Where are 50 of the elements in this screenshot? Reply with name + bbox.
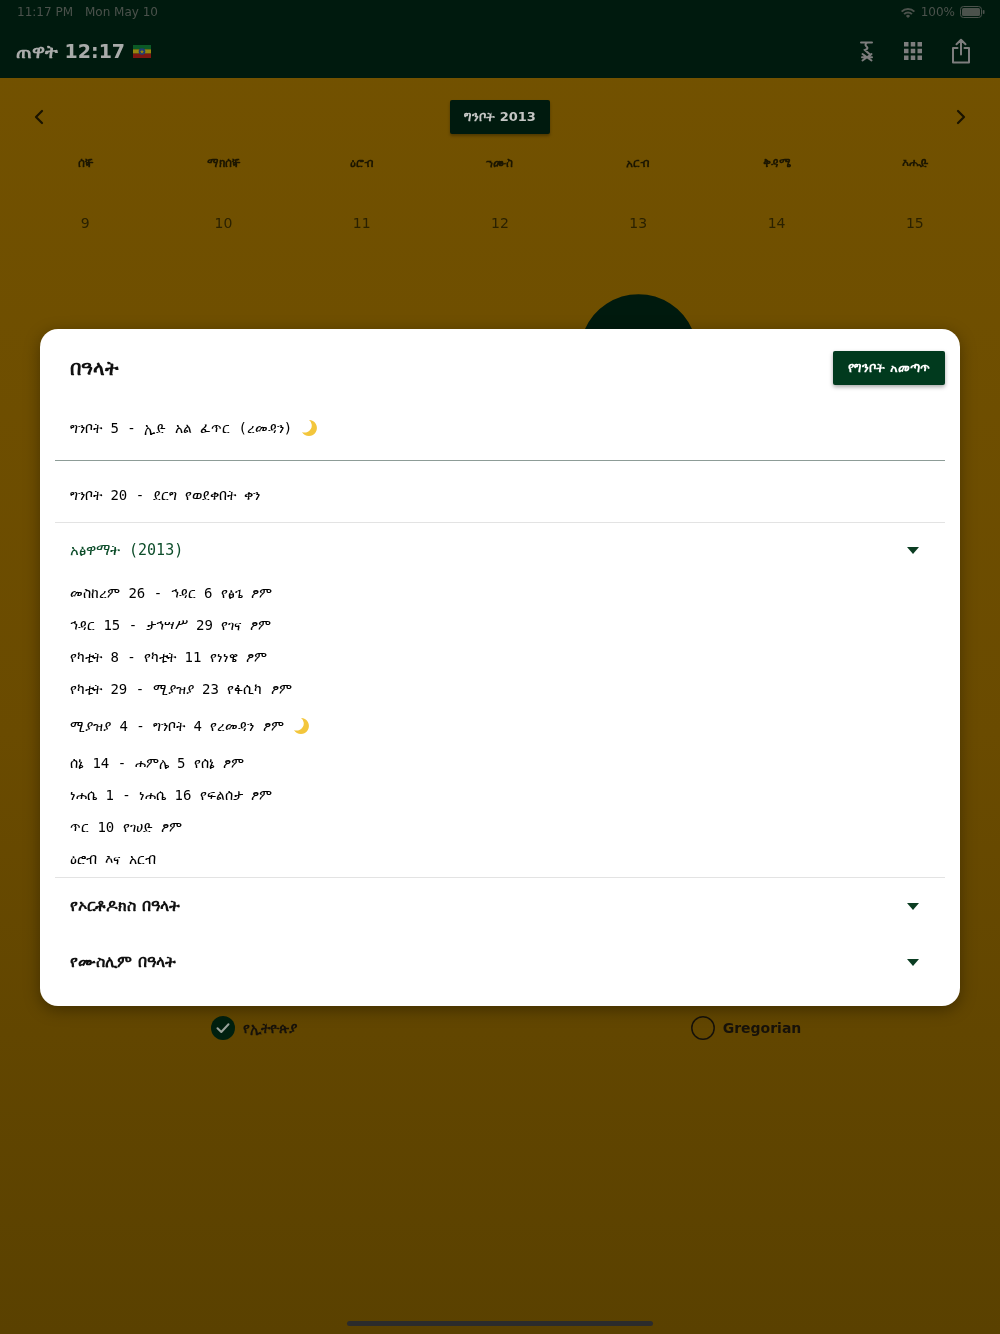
calendar-radio-option[interactable]: Gregorian: [690, 1016, 802, 1040]
weekday-label: ኀሙስ: [486, 155, 514, 172]
day-number[interactable]: 12: [491, 212, 509, 234]
app-title: ጠዋት 12:17: [16, 39, 126, 63]
wifi-icon: [899, 6, 916, 18]
weekday-label: ዕሮብ: [349, 155, 374, 172]
fast-text: የካቲት 29 - ሚያዝያ 23 የፋሲካ ፆም: [70, 680, 292, 699]
day-number[interactable]: 13: [629, 212, 648, 234]
radio-unchecked-icon[interactable]: [690, 1016, 715, 1040]
caret-icon[interactable]: [907, 958, 919, 966]
dialog-title: በዓላት: [70, 356, 119, 380]
month-button[interactable]: ግንቦት 2013: [450, 100, 550, 134]
fast-text: ዕሮብ እና አርብ: [70, 850, 156, 869]
section-title[interactable]: የኦርቶዶክስ በዓላት: [70, 896, 180, 916]
status-time: 11:17 PM: [17, 5, 73, 19]
radio-checked-icon[interactable]: [211, 1016, 235, 1040]
calendar-radio-option[interactable]: የኢትዮጵያ: [211, 1016, 297, 1040]
holiday-text: ግንቦት 20 - ደርግ የወደቀበት ቀን: [70, 486, 261, 505]
section-title[interactable]: የሙስሊም በዓላት: [70, 952, 176, 972]
weekday-label: ማክሰኞ: [206, 155, 240, 172]
weekday-label: እሑድ: [901, 155, 928, 172]
section-title[interactable]: አፅዋማት (2013): [70, 540, 184, 560]
fast-text: ሚያዝያ 4 - ግንቦት 4 የረመዳን ፆም: [70, 717, 284, 736]
fast-text: ነሐሴ 1 - ነሐሴ 16 የፍልሰታ ፆም: [70, 786, 273, 805]
fast-text: ሰኔ 14 - ሐምሌ 5 የሰኔ ፆም: [70, 754, 245, 773]
share-icon[interactable]: [951, 38, 971, 64]
weekday-label: ሰኞ: [77, 155, 93, 172]
weekday-label: ቅዳሜ: [762, 155, 791, 172]
month-origin-button[interactable]: የግንቦት አመጣጥ: [833, 351, 945, 385]
day-number[interactable]: 10: [214, 212, 233, 234]
caret-icon[interactable]: [907, 546, 919, 554]
day-number[interactable]: 15: [905, 212, 924, 234]
battery-icon: [960, 6, 985, 18]
fast-text: ኅዳር 15 - ታኅሣሥ 29 የገና ፆም: [70, 616, 271, 635]
battery-level: 100%: [920, 5, 955, 19]
status-date: Mon May 10: [85, 5, 158, 19]
fast-text: መስከረም 26 - ኅዳር 6 የፅጌ ፆም: [70, 584, 273, 603]
day-number[interactable]: 9: [80, 212, 90, 234]
grid-icon[interactable]: [904, 42, 922, 60]
day-number[interactable]: 14: [767, 212, 786, 234]
holiday-text: ግንቦት 5 - ኢድ አል ፈጥር (ረመዳን): [70, 419, 293, 438]
fast-text: የካቲት 8 - የካቲት 11 የነነዌ ፆም: [70, 648, 268, 667]
chevron-right-icon[interactable]: [956, 109, 966, 125]
chevron-left-icon[interactable]: [34, 109, 44, 125]
script-glyph-icon[interactable]: [859, 40, 875, 62]
caret-icon[interactable]: [907, 902, 919, 910]
day-number[interactable]: 11: [352, 212, 371, 234]
flag-icon: [133, 44, 152, 58]
fast-text: ጥር 10 የገሀድ ፆም: [70, 818, 183, 837]
weekday-label: አርብ: [626, 155, 651, 172]
